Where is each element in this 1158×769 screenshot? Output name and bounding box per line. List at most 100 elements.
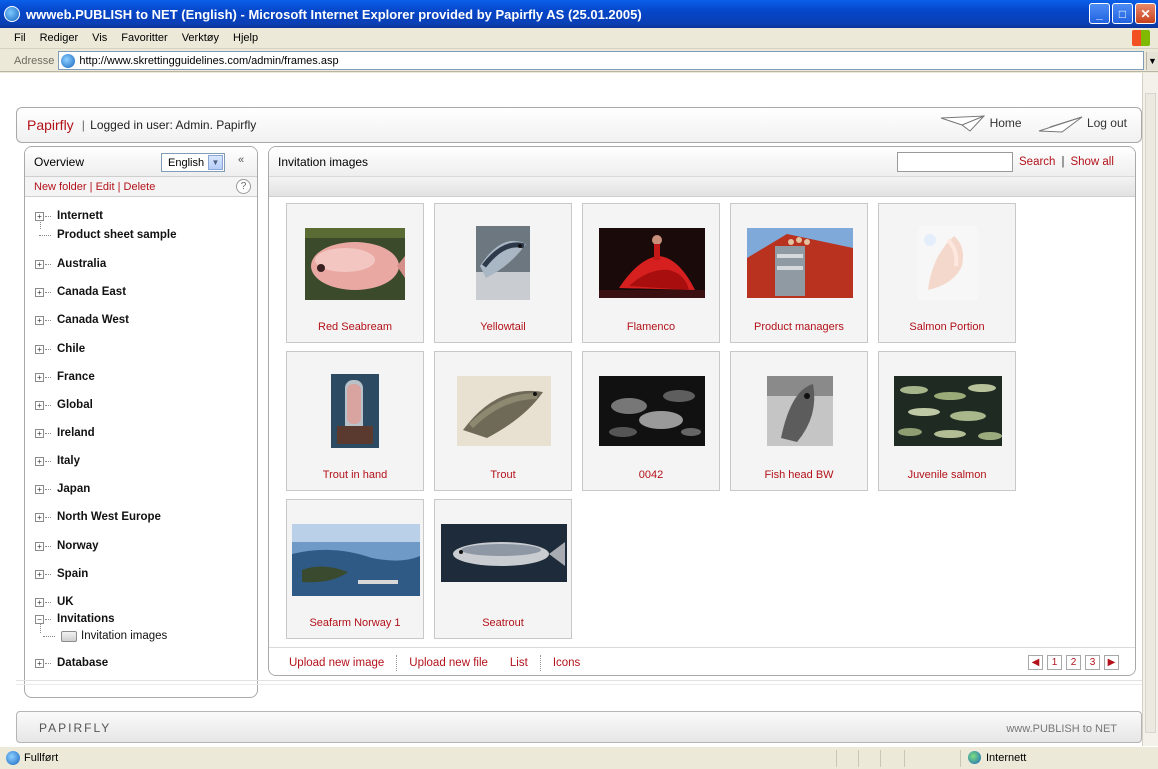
seatrout-thumbnail: [441, 524, 567, 582]
icons-view-link[interactable]: Icons: [553, 657, 581, 669]
red-seabream-thumbnail: [305, 228, 405, 300]
flamenco-thumbnail: [599, 228, 705, 298]
menu-favoritter[interactable]: Favoritter: [121, 32, 167, 44]
image-tile-seafarm-norway-1[interactable]: Seafarm Norway 1: [286, 499, 424, 639]
window-title-bar[interactable]: wwweb.PUBLISH to NET (English) - Microso…: [0, 0, 1158, 28]
collapse-panel-button[interactable]: «: [238, 154, 244, 166]
language-select[interactable]: English ▼: [161, 153, 225, 172]
new-folder-link[interactable]: New folder: [34, 181, 87, 193]
tree-node-product-sheet-sample[interactable]: Product sheet sample: [39, 229, 177, 241]
address-bar: Adresse http://www.skrettingguidelines.c…: [0, 50, 1158, 72]
page-3[interactable]: 3: [1085, 655, 1100, 670]
tree-node-spain[interactable]: + Spain: [35, 568, 88, 580]
image-tile-yellowtail[interactable]: Yellowtail: [434, 203, 572, 343]
image-tile-trout-in-hand[interactable]: Trout in hand: [286, 351, 424, 491]
tree-node-global[interactable]: + Global: [35, 399, 93, 411]
image-tile-flamenco[interactable]: Flamenco: [582, 203, 720, 343]
tree-node-australia[interactable]: + Australia: [35, 258, 106, 270]
upload-image-link[interactable]: Upload new image: [289, 657, 384, 669]
image-tile-red-seabream[interactable]: Red Seabream: [286, 203, 424, 343]
address-input[interactable]: http://www.skrettingguidelines.com/admin…: [58, 51, 1144, 70]
salmon-portion-thumbnail: [918, 226, 978, 300]
tree-node-canada-west[interactable]: + Canada West: [35, 314, 129, 326]
fish-head-bw-thumbnail: [767, 376, 833, 446]
internet-zone-icon: [968, 751, 981, 764]
image-tile-seatrout[interactable]: Seatrout: [434, 499, 572, 639]
tree-node-chile[interactable]: + Chile: [35, 343, 85, 355]
minimize-button[interactable]: _: [1089, 3, 1110, 24]
panel-subbar: [269, 177, 1135, 197]
papirfly-logo: PAPIRFLY: [39, 721, 112, 735]
panel-title: Invitation images: [278, 154, 369, 169]
chevron-down-icon: ▼: [208, 155, 223, 170]
brand-name: Papirfly: [27, 117, 74, 133]
menu-bar: Fil Rediger Vis Favoritter Verktøy Hjelp: [0, 28, 1158, 49]
product-managers-thumbnail: [747, 228, 853, 298]
image-tile-0042[interactable]: 0042: [582, 351, 720, 491]
branding-footer: PAPIRFLY www.PUBLISH to NET: [16, 711, 1142, 743]
paper-plane-icon: [1038, 116, 1082, 133]
home-link[interactable]: Home: [940, 115, 1022, 133]
tree-node-japan[interactable]: + Japan: [35, 483, 90, 495]
app-header: Papirfly | Logged in user: Admin. Papirf…: [16, 107, 1142, 143]
image-tile-fish-head-bw[interactable]: Fish head BW: [730, 351, 868, 491]
tree-node-database[interactable]: + Database: [35, 657, 108, 669]
status-text: Fullført: [24, 752, 59, 764]
status-bar: Fullført Internett: [0, 746, 1158, 769]
tree-node-invitations[interactable]: − Invitations: [35, 613, 115, 625]
tree-node-ireland[interactable]: + Ireland: [35, 427, 95, 439]
panel-footer: Upload new image Upload new file List Ic…: [269, 647, 1135, 675]
ie-icon: [4, 6, 20, 22]
juvenile-salmon-thumbnail: [894, 376, 1002, 446]
page-done-icon: [6, 751, 20, 765]
image-tile-salmon-portion[interactable]: Salmon Portion: [878, 203, 1016, 343]
maximize-button[interactable]: □: [1112, 3, 1133, 24]
image-tile-juvenile-salmon[interactable]: Juvenile salmon: [878, 351, 1016, 491]
tree-node-italy[interactable]: + Italy: [35, 455, 80, 467]
list-view-link[interactable]: List: [510, 657, 528, 669]
paper-plane-icon: [941, 115, 986, 132]
divider-lines: [16, 678, 1142, 708]
tree-node-france[interactable]: + France: [35, 371, 95, 383]
images-panel: Invitation images Search | Show all Red Se…: [268, 146, 1136, 676]
tree-node-north-west-europe[interactable]: + North West Europe: [35, 511, 161, 523]
close-button[interactable]: ✕: [1135, 3, 1156, 24]
trout-in-hand-thumbnail: [331, 374, 379, 448]
show-all-link[interactable]: Show all: [1070, 156, 1113, 168]
tree-node-invitation-images[interactable]: Invitation images: [43, 630, 167, 642]
0042-thumbnail: [599, 376, 705, 446]
seafarm-norway-1-thumbnail: [292, 524, 420, 596]
page-1[interactable]: 1: [1047, 655, 1062, 670]
image-tile-trout[interactable]: Trout: [434, 351, 572, 491]
image-tile-product-managers[interactable]: Product managers: [730, 203, 868, 343]
menu-vis[interactable]: Vis: [92, 32, 107, 44]
scrollbar-thumb[interactable]: [1145, 93, 1156, 733]
delete-link[interactable]: Delete: [124, 181, 156, 193]
vertical-scrollbar[interactable]: [1142, 73, 1158, 746]
menu-rediger[interactable]: Rediger: [40, 32, 79, 44]
tree-node-canada-east[interactable]: + Canada East: [35, 286, 126, 298]
zone-text: Internett: [986, 751, 1027, 764]
menu-verktoy[interactable]: Verktøy: [182, 32, 219, 44]
trout-thumbnail: [457, 376, 551, 446]
address-label: Adresse: [14, 54, 55, 67]
tagline: www.PUBLISH to NET: [1006, 723, 1117, 735]
menu-fil[interactable]: Fil: [14, 32, 26, 44]
upload-file-link[interactable]: Upload new file: [409, 657, 488, 669]
tree-node-internett[interactable]: + Internett: [35, 210, 103, 222]
tree-node-norway[interactable]: + Norway: [35, 540, 99, 552]
login-info: | Logged in user: Admin. Papirfly: [81, 118, 257, 132]
yellowtail-thumbnail: [476, 226, 530, 300]
overview-panel: Overview English ▼ « New folder | Edit |…: [24, 146, 258, 698]
menu-hjelp[interactable]: Hjelp: [233, 32, 258, 44]
edit-link[interactable]: Edit: [96, 181, 115, 193]
logout-link[interactable]: Log out: [1038, 115, 1127, 133]
search-link[interactable]: Search: [1019, 156, 1055, 168]
prev-page-icon[interactable]: ◀: [1028, 655, 1043, 670]
address-dropdown-icon[interactable]: ▼: [1146, 52, 1158, 70]
page-2[interactable]: 2: [1066, 655, 1081, 670]
help-icon[interactable]: ?: [236, 179, 251, 194]
next-page-icon[interactable]: ▶: [1104, 655, 1119, 670]
search-input[interactable]: [897, 152, 1013, 172]
tree-node-uk[interactable]: + UK: [35, 596, 74, 608]
